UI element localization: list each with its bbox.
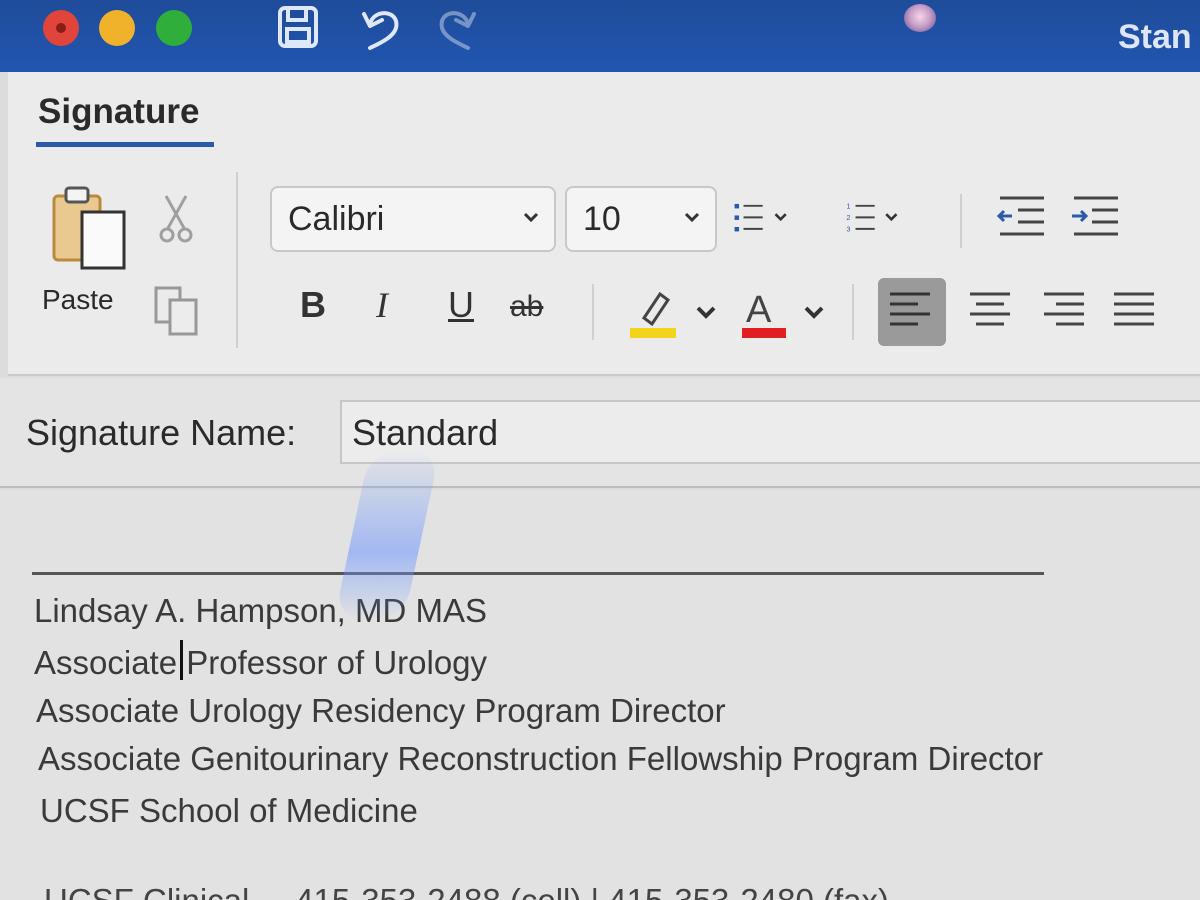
bulleted-list-icon[interactable] (732, 190, 796, 246)
text-cursor (180, 640, 183, 680)
chevron-down-icon (523, 212, 539, 223)
align-right-icon[interactable] (1036, 284, 1092, 340)
ribbon: Signature Paste Calibri 10 1 2 3 B I U a… (8, 72, 1200, 376)
active-tab-indicator (36, 142, 214, 147)
highlight-color-icon[interactable] (626, 284, 726, 340)
font-family-value: Calibri (288, 200, 385, 238)
ribbon-divider (852, 284, 854, 340)
scissors-icon[interactable] (158, 194, 194, 244)
justify-icon[interactable] (1108, 284, 1164, 340)
signature-name-input[interactable]: Standard (340, 400, 1200, 464)
camera-indicator (904, 4, 936, 32)
align-left-icon[interactable] (884, 284, 940, 340)
highlight-color-swatch (630, 328, 676, 338)
svg-text:1: 1 (847, 203, 851, 210)
font-size-dropdown[interactable]: 10 (565, 186, 717, 252)
copy-icon[interactable] (152, 284, 200, 338)
ribbon-divider (960, 194, 962, 248)
chevron-down-icon (684, 212, 700, 223)
svg-text:A: A (746, 289, 772, 331)
save-icon[interactable] (272, 2, 324, 54)
paste-icon[interactable] (48, 182, 132, 274)
zoom-window-button[interactable] (156, 10, 192, 46)
font-family-dropdown[interactable]: Calibri (270, 186, 556, 252)
paste-button[interactable]: Paste (42, 284, 114, 316)
align-center-icon[interactable] (962, 284, 1018, 340)
signature-editor[interactable]: Lindsay A. Hampson, MD MAS Associate Pro… (0, 490, 1200, 900)
minimize-window-button[interactable] (99, 10, 135, 46)
increase-indent-icon[interactable] (1068, 190, 1132, 246)
window-titlebar: Stan (0, 0, 1200, 72)
signature-line-contact: UCSF Clinical ... 415-353-2488 (cell) | … (44, 882, 889, 900)
italic-button[interactable]: I (376, 284, 388, 326)
underline-button[interactable]: U (448, 284, 474, 326)
redo-icon[interactable] (430, 2, 482, 54)
numbered-list-icon[interactable]: 1 2 3 (844, 190, 908, 246)
ribbon-divider (236, 172, 238, 348)
signature-line-title: Associate Professor of Urology (34, 644, 488, 681)
close-window-button[interactable] (43, 10, 79, 46)
undo-icon[interactable] (356, 2, 408, 54)
font-color-icon[interactable]: A (734, 284, 834, 340)
strikethrough-button[interactable]: ab (510, 290, 543, 324)
signature-name-row: Signature Name: Standard (0, 378, 1200, 488)
signature-name-label: Signature Name: (26, 412, 297, 453)
tab-signature[interactable]: Signature (38, 92, 199, 132)
signature-line-role: Associate Urology Residency Program Dire… (36, 692, 726, 729)
signature-line-institution: UCSF School of Medicine (40, 792, 418, 829)
signature-line-role: Associate Genitourinary Reconstruction F… (38, 740, 1044, 777)
font-color-swatch (742, 328, 786, 338)
signature-line-name: Lindsay A. Hampson, MD MAS (34, 592, 488, 629)
ribbon-divider (592, 284, 594, 340)
decrease-indent-icon[interactable] (994, 190, 1058, 246)
window-title: Stan (1118, 18, 1192, 56)
svg-text:2: 2 (847, 215, 851, 222)
bold-button[interactable]: B (300, 284, 326, 326)
font-size-value: 10 (583, 200, 621, 238)
svg-text:3: 3 (847, 226, 851, 233)
signature-separator (32, 572, 1044, 575)
